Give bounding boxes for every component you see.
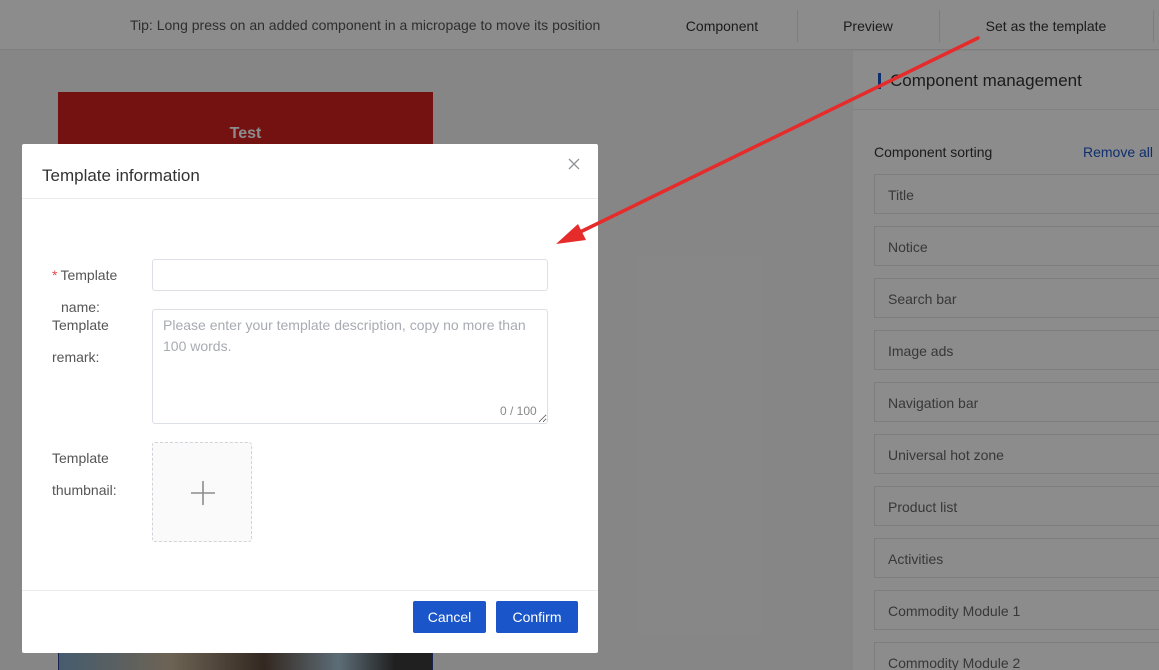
annotation-arrow-icon (556, 36, 980, 244)
